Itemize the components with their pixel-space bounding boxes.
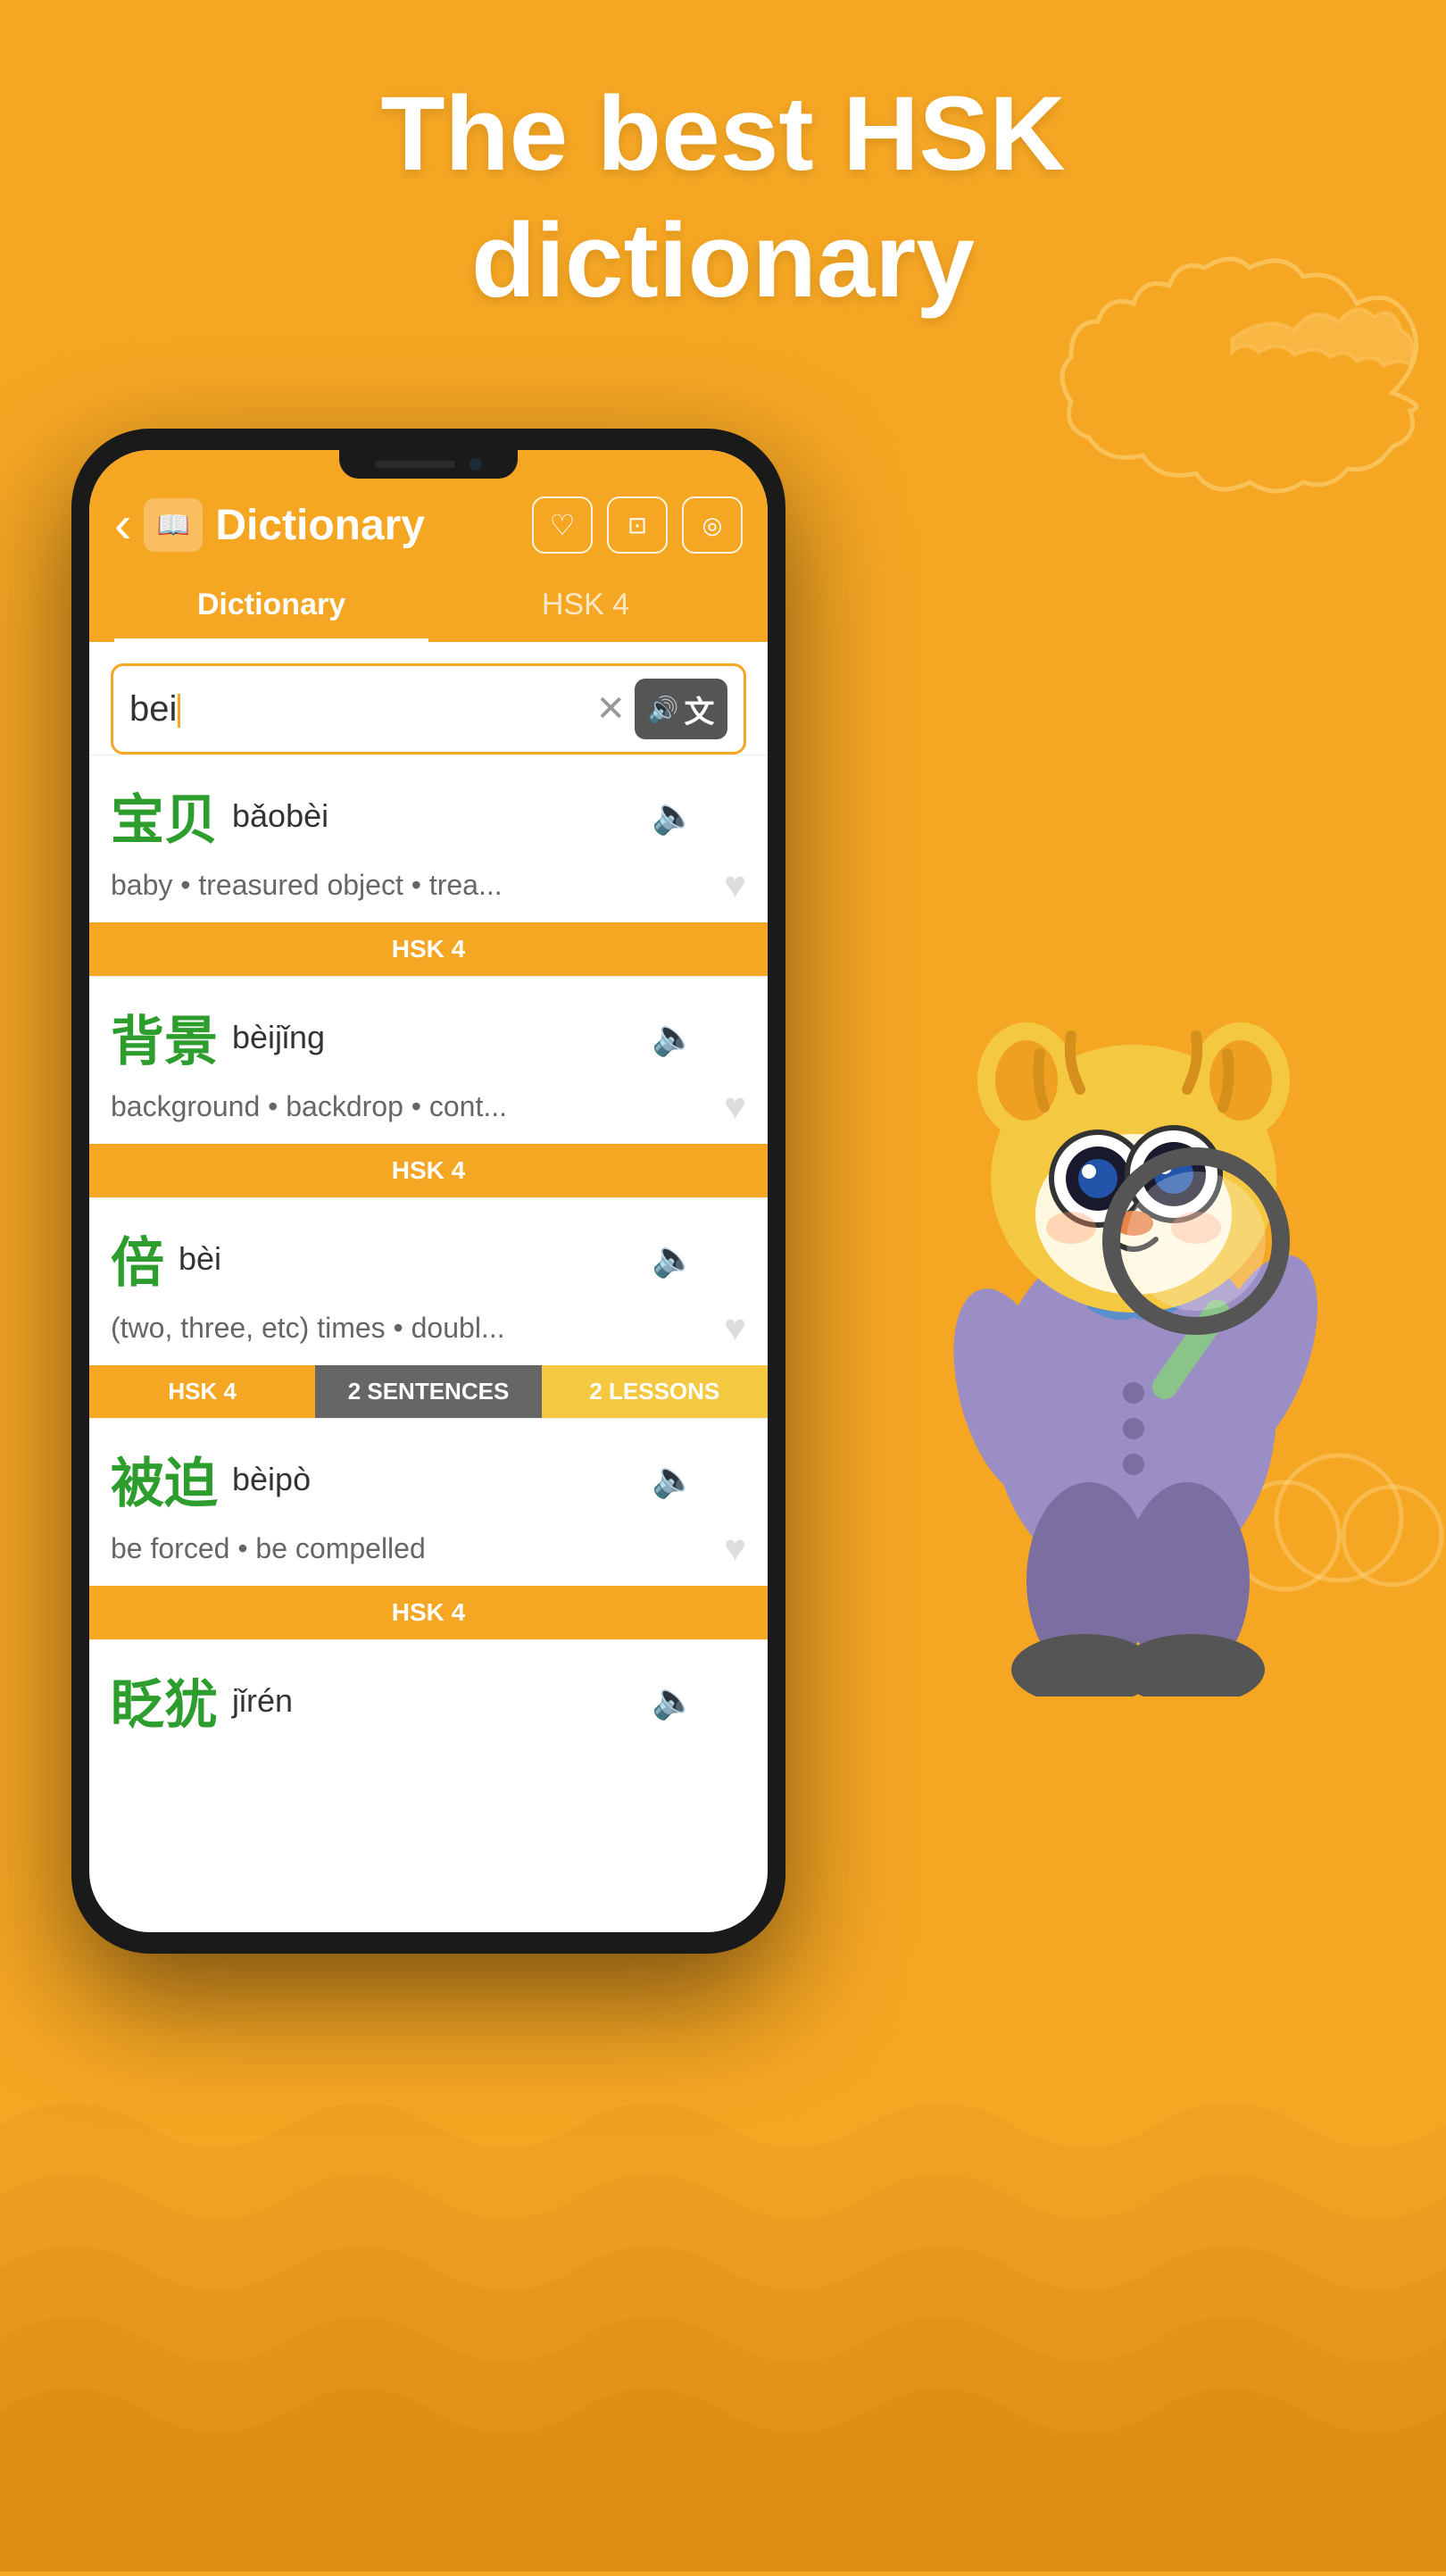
tab-hsk4[interactable]: HSK 4 [428,571,743,642]
app-header: ‹ 📖 Dictionary ♡ ⊡ ◎ Dictionary HSK 4 [89,450,768,642]
header-top-row: ‹ 📖 Dictionary ♡ ⊡ ◎ [114,496,743,554]
word-chinese-2: 背景 [111,998,218,1076]
word-def-row-4: be forced • be compelled ♥ [111,1527,746,1570]
word-chinese-5: 眨犹 [111,1662,218,1739]
hsk-tag-1: HSK 4 [89,922,768,976]
word-definition-4: be forced • be compelled [111,1532,426,1565]
phone-notch [339,450,518,479]
word-def-row-1: baby • treasured object • trea... ♥ [111,863,746,906]
word-pinyin-4: bèipò [232,1461,311,1498]
tab-dictionary[interactable]: Dictionary [114,571,428,642]
word-def-row-3: (two, three, etc) times • doubl... ♥ [111,1306,746,1349]
lessons-tag-3[interactable]: 2 LESSONS [542,1365,768,1418]
settings-icon-btn[interactable]: ◎ [682,496,743,554]
mascot [777,804,1446,1696]
search-section: bei ✕ 🔊 文 [89,642,768,754]
word-chinese-3: 倍 [111,1220,164,1297]
word-main-row-2: 背景 bèijǐng 🔈 [111,998,746,1076]
word-definition-1: baby • treasured object • trea... [111,869,503,902]
word-tags-2: HSK 4 [89,1144,768,1197]
word-sound-5[interactable]: 🔈 [652,1680,696,1722]
phone-camera [470,458,482,471]
word-item-2[interactable]: 背景 bèijǐng 🔈 background • backdrop • con… [89,976,768,1197]
word-pinyin-3: bèi [179,1240,221,1278]
header-actions: ♡ ⊡ ◎ [532,496,743,554]
dictionary-icon: 📖 [144,498,203,552]
word-definition-2: background • backdrop • cont... [111,1090,507,1123]
app-tabs: Dictionary HSK 4 [114,571,743,642]
word-info-1: 宝贝 bǎobèi [111,777,652,854]
app-title: Dictionary [215,501,425,550]
clear-button[interactable]: ✕ [595,688,626,729]
favorite-icon-btn[interactable]: ♡ [532,496,593,554]
word-heart-4[interactable]: ♥ [724,1527,746,1570]
sentences-tag-3[interactable]: 2 SENTENCES [315,1365,541,1418]
word-sound-4[interactable]: 🔈 [652,1458,696,1500]
word-list: 宝贝 bǎobèi 🔈 baby • treasured object • tr… [89,754,768,1739]
word-item-5[interactable]: 眨犹 jǐrén 🔈 [89,1639,768,1739]
word-def-row-2: background • backdrop • cont... ♥ [111,1085,746,1128]
microphone-icon: 🔊 [648,695,679,724]
word-info-5: 眨犹 jǐrén [111,1662,652,1739]
word-info-4: 被迫 bèipò [111,1440,652,1518]
word-sound-1[interactable]: 🔈 [652,795,696,837]
word-item-4[interactable]: 被迫 bèipò 🔈 be forced • be compelled ♥ HS… [89,1418,768,1639]
cursor [178,694,180,728]
word-main-row-4: 被迫 bèipò 🔈 [111,1440,746,1518]
word-item-3[interactable]: 倍 bèi 🔈 (two, three, etc) times • doubl.… [89,1197,768,1418]
hero-title-line1: The best HSK [0,71,1446,198]
word-main-row-5: 眨犹 jǐrén 🔈 [111,1662,746,1739]
word-main-row-3: 倍 bèi 🔈 [111,1220,746,1297]
hsk-tag-2: HSK 4 [89,1144,768,1197]
chinese-char-icon: 文 [684,688,714,731]
word-info-3: 倍 bèi [111,1220,652,1297]
word-main-row-1: 宝贝 bǎobèi 🔈 [111,777,746,854]
word-definition-3: (two, three, etc) times • doubl... [111,1312,505,1345]
phone-mockup: ‹ 📖 Dictionary ♡ ⊡ ◎ Dictionary HSK 4 [71,429,785,1954]
wave-background [0,1947,1446,2572]
word-heart-2[interactable]: ♥ [724,1085,746,1128]
word-heart-1[interactable]: ♥ [724,863,746,906]
word-item-1[interactable]: 宝贝 bǎobèi 🔈 baby • treasured object • tr… [89,754,768,976]
voice-translate-btn[interactable]: 🔊 文 [635,679,727,739]
word-tags-3: HSK 4 2 SENTENCES 2 LESSONS [89,1365,768,1418]
hsk-tag-3: HSK 4 [89,1365,315,1418]
search-input[interactable]: bei [129,689,586,729]
word-pinyin-5: jǐrén [232,1682,293,1720]
phone-speaker [375,461,455,468]
phone-screen: ‹ 📖 Dictionary ♡ ⊡ ◎ Dictionary HSK 4 [89,450,768,1932]
word-info-2: 背景 bèijǐng [111,998,652,1076]
word-tags-4: HSK 4 [89,1586,768,1639]
word-heart-3[interactable]: ♥ [724,1306,746,1349]
search-bar: bei ✕ 🔊 文 [111,663,746,754]
translate-icon-btn[interactable]: ⊡ [607,496,668,554]
header-left: ‹ 📖 Dictionary [114,498,425,552]
word-chinese-4: 被迫 [111,1440,218,1518]
word-pinyin-1: bǎobèi [232,797,328,835]
word-pinyin-2: bèijǐng [232,1019,325,1056]
word-tags-1: HSK 4 [89,922,768,976]
word-sound-3[interactable]: 🔈 [652,1238,696,1280]
hero-title-line2: dictionary [0,198,1446,325]
hsk-tag-4: HSK 4 [89,1586,768,1639]
word-chinese-1: 宝贝 [111,777,218,854]
hero-title: The best HSK dictionary [0,71,1446,324]
word-sound-2[interactable]: 🔈 [652,1016,696,1058]
back-button[interactable]: ‹ [114,499,131,551]
